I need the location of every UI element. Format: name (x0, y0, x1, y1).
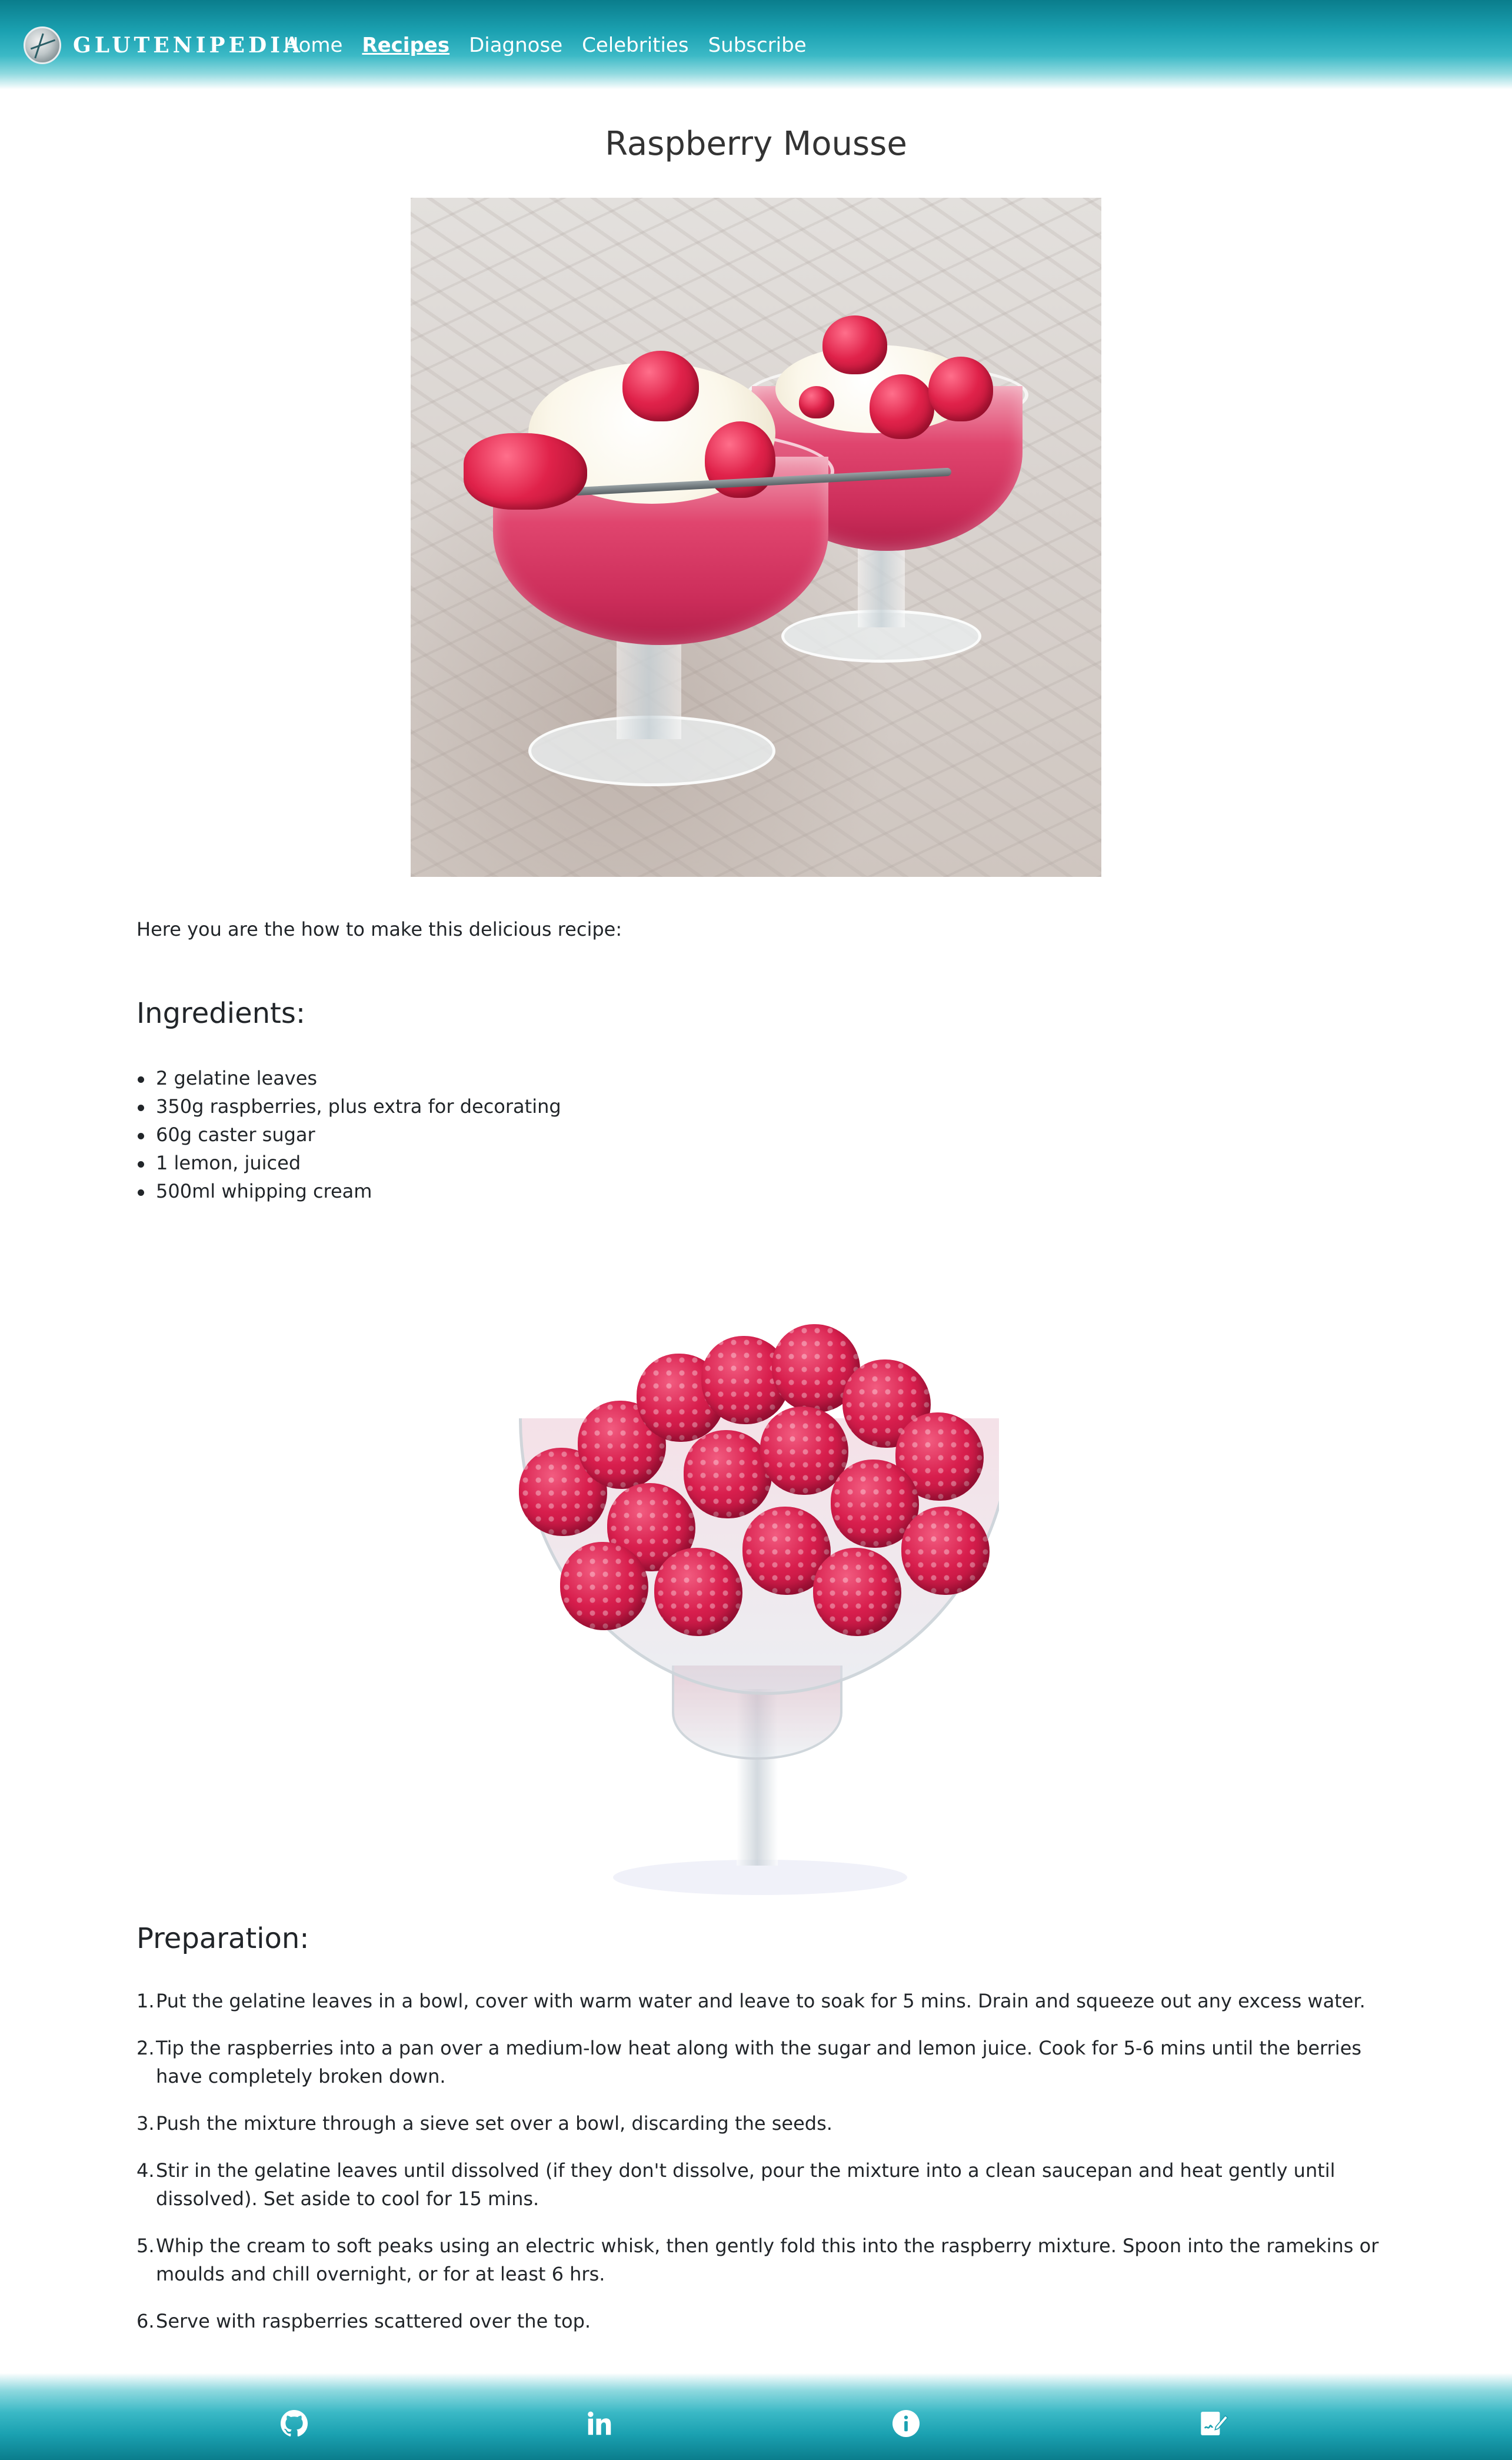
step-number: 2. (136, 2037, 155, 2059)
raspberry (928, 357, 993, 421)
step-number: 3. (136, 2112, 155, 2135)
nav-recipes[interactable]: Recipes (362, 29, 449, 61)
step-number: 6. (136, 2310, 155, 2332)
linkedin-icon[interactable] (585, 2409, 614, 2438)
nav-subscribe[interactable]: Subscribe (708, 29, 807, 61)
raspberry (622, 351, 699, 421)
raspberry (684, 1430, 772, 1518)
step-text: Whip the cream to soft peaks using an el… (156, 2235, 1379, 2285)
step-text: Serve with raspberries scattered over th… (156, 2310, 591, 2332)
step-item: 1. Put the gelatine leaves in a bowl, cov… (136, 1987, 1396, 2015)
recipe-intro: Here you are the how to make this delici… (136, 918, 622, 940)
raspberry (813, 1548, 901, 1636)
raspberries-glass-image (513, 1312, 999, 1907)
step-number: 4. (136, 2159, 155, 2182)
raspberry (799, 386, 834, 418)
raspberry (870, 374, 934, 439)
step-item: 5. Whip the cream to soft peaks using an … (136, 2232, 1396, 2288)
top-navbar: GluteniPedia Home Recipes Diagnose Celeb… (0, 0, 1512, 89)
ingredient-item: 2 gelatine leaves (136, 1064, 561, 1092)
ingredient-item: 350g raspberries, plus extra for decorat… (136, 1092, 561, 1121)
info-icon[interactable] (892, 2409, 920, 2438)
ingredients-list: 2 gelatine leaves 350g raspberries, plus… (136, 1064, 561, 1205)
footer (0, 2373, 1512, 2460)
step-item: 2. Tip the raspberries into a pan over a … (136, 2034, 1396, 2090)
step-item: 6. Serve with raspberries scattered over … (136, 2307, 1396, 2335)
nav-celebrities[interactable]: Celebrities (582, 29, 688, 61)
raspberry-mousse-image (411, 198, 1101, 877)
step-number: 1. (136, 1990, 155, 2012)
ingredient-item: 1 lemon, juiced (136, 1149, 561, 1177)
ingredients-heading: Ingredients: (136, 997, 306, 1030)
nav-diagnose[interactable]: Diagnose (469, 29, 562, 61)
raspberry (822, 315, 887, 374)
step-text: Tip the raspberries into a pan over a me… (156, 2037, 1362, 2087)
raspberry (654, 1548, 742, 1636)
step-item: 3. Push the mixture through a sieve set o… (136, 2109, 1396, 2137)
raspberry (901, 1507, 990, 1595)
step-text: Put the gelatine leaves in a bowl, cover… (156, 1990, 1366, 2012)
step-text: Stir in the gelatine leaves until dissol… (156, 2159, 1336, 2210)
preparation-heading: Preparation: (136, 1922, 309, 1955)
brand-link[interactable]: GluteniPedia (24, 25, 304, 66)
signature-icon[interactable] (1200, 2409, 1228, 2438)
step-number: 5. (136, 2235, 155, 2257)
preparation-steps: 1. Put the gelatine leaves in a bowl, cov… (136, 1987, 1396, 2354)
nav-home[interactable]: Home (284, 29, 342, 61)
brand-name: GluteniPedia (73, 33, 304, 58)
step-text: Push the mixture through a sieve set ove… (156, 2112, 832, 2135)
recipe-title: Raspberry Mousse (605, 125, 907, 163)
github-icon[interactable] (280, 2409, 308, 2438)
ingredient-item: 500ml whipping cream (136, 1177, 561, 1205)
main-nav: Home Recipes Diagnose Celebrities Subscr… (284, 29, 807, 61)
ingredient-item: 60g caster sugar (136, 1121, 561, 1149)
raspberry (560, 1542, 648, 1630)
step-item: 4. Stir in the gelatine leaves until diss… (136, 2156, 1396, 2213)
raspberry-spoonful (464, 433, 587, 510)
globe-logo-icon (24, 26, 61, 64)
